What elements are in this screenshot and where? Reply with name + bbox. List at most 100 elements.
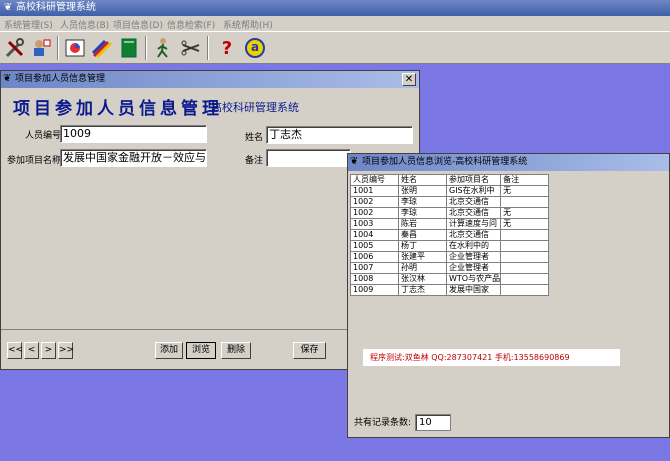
name-label: 姓名 (245, 133, 264, 143)
browse-window: ❦ 项目参加人员信息浏览-高校科研管理系统 人员编号 姓名 参加项目名 备注 1… (347, 153, 670, 438)
nav-next-button[interactable]: > (41, 342, 56, 359)
table-row[interactable]: 1001 张明 GIS在水利中无 (350, 185, 550, 197)
edit-window-title: 项目参加人员信息管理 (15, 74, 106, 84)
remark-label: 备注 (245, 156, 264, 166)
table-row[interactable]: 1004 秦昌 北京交通信 (350, 229, 550, 241)
app-icon: ❦ (3, 2, 13, 13)
tools-icon[interactable] (2, 35, 28, 61)
browse-button[interactable]: 浏览 (186, 342, 216, 359)
table-row[interactable]: 1003 陈岩 计算速度与问无 (350, 218, 550, 230)
nav-prev-button[interactable]: < (24, 342, 39, 359)
menu-personnel[interactable]: 人员信息(B) (60, 18, 109, 31)
save-button[interactable]: 保存 (293, 342, 326, 359)
column-header[interactable]: 姓名 (398, 174, 447, 186)
project-name-input[interactable]: 发展中国家金融开放－效应与 (60, 149, 207, 167)
table-cell (500, 196, 550, 208)
toolbar-separator (207, 36, 209, 60)
info-icon[interactable]: a (242, 35, 268, 61)
column-header[interactable]: 备注 (500, 174, 550, 186)
column-header[interactable]: 人员编号 (350, 174, 399, 186)
table-cell: 北京交通信 (445, 229, 502, 241)
table-cell: GIS在水利中 (445, 185, 502, 197)
app-titlebar: ❦ 高校科研管理系统 (0, 0, 670, 16)
table-cell: WTO与农产品 (445, 273, 502, 285)
table-cell: 孙明 (398, 262, 447, 274)
menu-help[interactable]: 系统帮助(H) (223, 18, 273, 31)
table-cell: 秦昌 (398, 229, 447, 241)
table-cell: 北京交通信 (445, 207, 502, 219)
table-cell: 1003 (350, 218, 399, 230)
chart-icon[interactable] (62, 35, 88, 61)
table-row[interactable]: 1007 孙明 企业管理者 (350, 262, 550, 274)
table-cell: 李琼 (398, 207, 447, 219)
table-row[interactable]: 1009 丁志杰 发展中国家 (350, 284, 550, 296)
name-input[interactable]: 丁志杰 (266, 126, 413, 144)
nav-last-button[interactable]: >> (58, 342, 74, 359)
record-count-field[interactable]: 10 (415, 414, 451, 431)
edit-window-titlebar[interactable]: ❦ 项目参加人员信息管理 ✕ (1, 71, 419, 88)
banner: 项目参加人员信息管理 高校科研管理系统 (1, 88, 419, 124)
table-cell: 在水利中的 (445, 240, 502, 252)
table-cell (500, 229, 550, 241)
credit-text: 程序测试:双鱼林 QQ:287307421 手机:13558690869 (363, 349, 620, 366)
table-cell: 李琼 (398, 196, 447, 208)
table-cell: 1005 (350, 240, 399, 252)
table-cell: 杨丁 (398, 240, 447, 252)
remark-input[interactable] (266, 149, 351, 167)
table-cell (500, 273, 550, 285)
table-cell: 无 (500, 207, 550, 219)
table-cell (500, 284, 550, 296)
menu-system[interactable]: 系统管理(S) (4, 18, 53, 31)
table-cell: 张明 (398, 185, 447, 197)
table-cell: 张建平 (398, 251, 447, 263)
table-cell: 1004 (350, 229, 399, 241)
table-cell: 1009 (350, 284, 399, 296)
walking-person-icon[interactable] (150, 35, 176, 61)
nav-first-button[interactable]: << (7, 342, 23, 359)
table-cell (500, 251, 550, 263)
table-row[interactable]: 1006 张建平 企业管理者 (350, 251, 550, 263)
table-cell: 1006 (350, 251, 399, 263)
table-cell: 北京交通信 (445, 196, 502, 208)
table-cell: 丁志杰 (398, 284, 447, 296)
delete-button[interactable]: 删除 (221, 342, 251, 359)
user-settings-icon[interactable] (28, 35, 54, 61)
person-id-label: 人员编号 (25, 131, 62, 141)
browse-window-title: 项目参加人员信息浏览-高校科研管理系统 (362, 157, 528, 167)
browse-window-titlebar[interactable]: ❦ 项目参加人员信息浏览-高校科研管理系统 (348, 154, 669, 171)
menubar: 系统管理(S) 人员信息(B) 项目信息(D) 信息检索(F) 系统帮助(H) (0, 16, 670, 31)
toolbar: ? a (0, 31, 670, 64)
table-cell: 无 (500, 185, 550, 197)
table-cell: 1002 (350, 196, 399, 208)
app-title: 高校科研管理系统 (16, 2, 96, 13)
scissors-icon[interactable] (178, 35, 204, 61)
close-button[interactable]: ✕ (402, 73, 416, 86)
toolbar-separator (57, 36, 59, 60)
table-cell: 无 (500, 218, 550, 230)
table-row[interactable]: 1008 张汉林 WTO与农产品 (350, 273, 550, 285)
table-row[interactable]: 1002 李琼 北京交通信无 (350, 207, 550, 219)
pencils-icon[interactable] (89, 35, 115, 61)
help-icon[interactable]: ? (214, 35, 240, 61)
book-icon[interactable] (116, 35, 142, 61)
table-row[interactable]: 1002 李琼 北京交通信 (350, 196, 550, 208)
banner-title: 项目参加人员信息管理 (13, 99, 223, 119)
window-icon: ❦ (350, 156, 359, 167)
table-cell: 1007 (350, 262, 399, 274)
table-cell: 企业管理者 (445, 262, 502, 274)
menu-search[interactable]: 信息检索(F) (167, 18, 215, 31)
banner-subtitle: 高校科研管理系统 (211, 101, 299, 114)
table-cell (500, 262, 550, 274)
table-cell: 张汉林 (398, 273, 447, 285)
table-cell: 1008 (350, 273, 399, 285)
window-icon: ❦ (3, 73, 12, 84)
table-cell: 1002 (350, 207, 399, 219)
add-button[interactable]: 添加 (155, 342, 183, 359)
menu-project[interactable]: 项目信息(D) (113, 18, 163, 31)
table-row[interactable]: 1005 杨丁 在水利中的 (350, 240, 550, 252)
person-id-input[interactable]: 1009 (60, 125, 207, 143)
project-name-label: 参加项目名称 (7, 156, 62, 166)
records-table[interactable]: 人员编号 姓名 参加项目名 备注 1001 张明 GIS在水利中无 1002 李琼 北京… (350, 174, 550, 296)
table-cell: 1001 (350, 185, 399, 197)
column-header[interactable]: 参加项目名 (445, 174, 502, 186)
